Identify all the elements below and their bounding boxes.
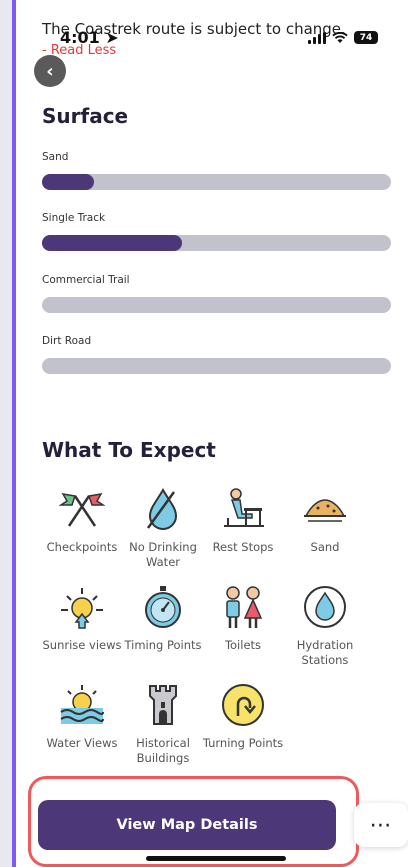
checkpoint-flags-icon [58, 493, 106, 527]
chevron-left-icon: ‹ [46, 60, 54, 82]
expect-item-no-drinking-water: No Drinking Water [118, 486, 208, 570]
expect-item-timing-points: Timing Points [118, 584, 208, 653]
surface-title: Surface [42, 104, 129, 128]
expect-label-no-drinking-water: No Drinking Water [129, 540, 197, 569]
surface-label-commercial-trail: Commercial Trail [42, 274, 130, 286]
expect-label-checkpoints: Checkpoints [46, 540, 118, 554]
status-time: 4:01 ➤ [60, 28, 119, 47]
surface-fill-sand [42, 174, 95, 190]
expect-label-hydration-stations: Hydration Stations [296, 638, 354, 667]
expect-item-checkpoints: Checkpoints [37, 486, 127, 555]
water-view-icon [60, 685, 104, 724]
rest-stop-bench-icon [224, 488, 264, 527]
back-button[interactable]: ‹ [34, 55, 66, 87]
location-arrow-icon: ➤ [105, 28, 119, 47]
surface-label-sand: Sand [42, 151, 69, 163]
wifi-icon [332, 31, 348, 43]
home-indicator [146, 856, 286, 861]
expect-item-sand: Sand [280, 486, 370, 555]
battery-icon: 74 [354, 31, 378, 44]
stopwatch-icon [145, 586, 181, 628]
expect-item-turning-points: Turning Points [198, 682, 288, 751]
no-drinking-water-icon [146, 488, 178, 530]
expect-label-historical-buildings: Historical Buildings [136, 736, 190, 765]
more-options-button[interactable]: ⋯ [354, 803, 408, 847]
status-icons: 74 [308, 31, 378, 44]
sand-icon [304, 499, 346, 522]
expect-label-sand: Sand [310, 540, 340, 554]
app-screen: The Coastrek route is subject to change.… [16, 0, 408, 867]
surface-fill-single-track [42, 235, 182, 251]
surface-bar-commercial-trail [42, 297, 391, 313]
surface-bar-single-track [42, 235, 391, 251]
expect-item-water-views: Water Views [37, 682, 127, 751]
status-time-text: 4:01 [60, 28, 100, 47]
expect-label-timing-points: Timing Points [124, 638, 202, 652]
signal-icon [308, 31, 326, 44]
castle-tower-icon [149, 685, 177, 725]
expect-label-water-views: Water Views [46, 736, 118, 750]
expect-item-sunrise-views: Sunrise views [37, 584, 127, 653]
expect-item-historical-buildings: Historical Buildings [118, 682, 208, 766]
expect-label-toilets: Toilets [224, 638, 262, 652]
toilets-icon [226, 586, 263, 628]
turn-arrow-icon [222, 684, 264, 726]
expect-item-toilets: Toilets [198, 584, 288, 653]
surface-label-single-track: Single Track [42, 212, 106, 224]
surface-label-dirt-road: Dirt Road [42, 335, 92, 347]
expect-label-turning-points: Turning Points [202, 736, 284, 750]
water-drop-icon [304, 586, 346, 628]
surface-bar-sand [42, 174, 391, 190]
expect-item-hydration-stations: Hydration Stations [280, 584, 370, 668]
view-map-details-button[interactable]: View Map Details [38, 800, 336, 850]
expect-label-sunrise-views: Sunrise views [42, 638, 122, 652]
surface-bar-dirt-road [42, 358, 391, 374]
expect-label-rest-stops: Rest Stops [212, 540, 274, 554]
status-bar: The Coastrek route is subject to change.… [16, 0, 408, 60]
sunrise-icon [61, 588, 103, 629]
expect-item-rest-stops: Rest Stops [198, 486, 288, 555]
what-to-expect-title: What To Expect [42, 438, 216, 462]
